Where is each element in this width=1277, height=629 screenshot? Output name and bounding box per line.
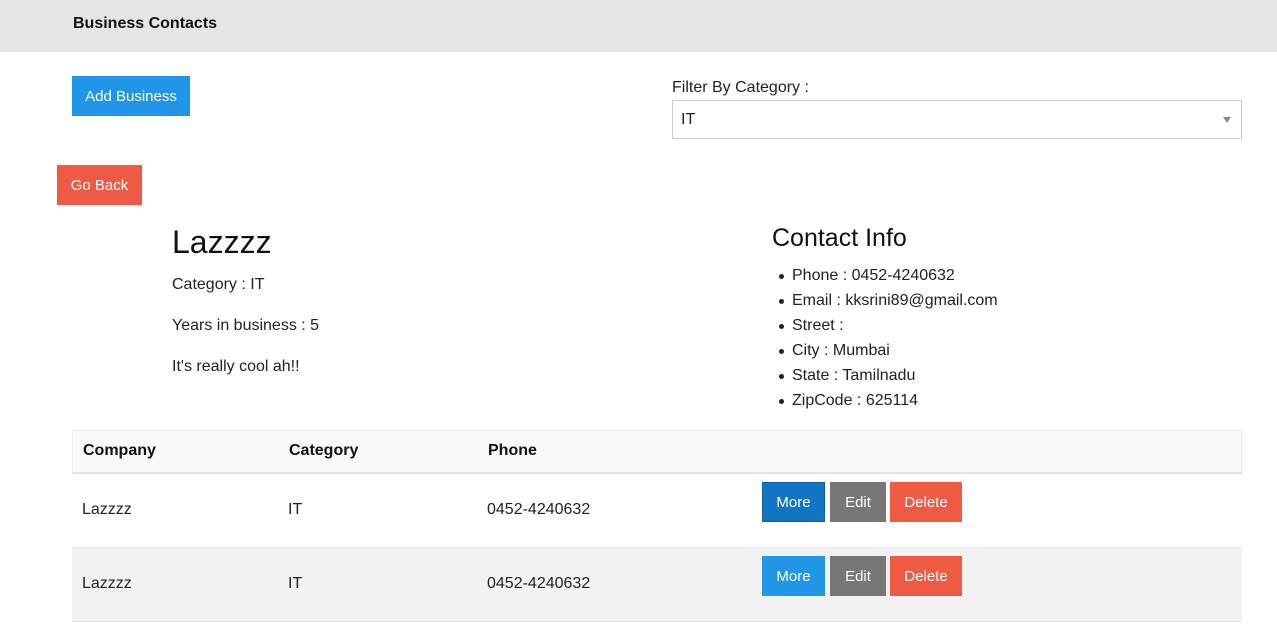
contact-phone: Phone : 0452-4240632 — [779, 266, 998, 291]
delete-button[interactable]: Delete — [890, 482, 962, 522]
add-business-button[interactable]: Add Business — [72, 76, 190, 116]
contact-state: State : Tamilnadu — [779, 366, 998, 391]
table-row: Lazzzz IT 0452-4240632 More Edit Delete — [72, 474, 1242, 548]
business-table: Company Category Phone Lazzzz IT 0452-42… — [72, 430, 1242, 622]
delete-button[interactable]: Delete — [890, 556, 962, 596]
column-header-phone: Phone — [488, 442, 537, 459]
more-button[interactable]: More — [762, 482, 825, 522]
cell-company: Lazzzz — [82, 501, 132, 518]
edit-button[interactable]: Edit — [830, 556, 886, 596]
table-header: Company Category Phone — [72, 430, 1242, 474]
cell-phone: 0452-4240632 — [487, 501, 591, 518]
contact-street: Street : — [779, 316, 998, 341]
chevron-down-icon — [1223, 117, 1231, 123]
table-row: Lazzzz IT 0452-4240632 More Edit Delete — [72, 548, 1242, 622]
cell-category: IT — [288, 501, 303, 518]
cell-company: Lazzzz — [82, 575, 132, 592]
brand-title[interactable]: Business Contacts — [73, 15, 217, 33]
contact-zipcode: ZipCode : 625114 — [779, 391, 998, 416]
filter-selected-value: IT — [681, 111, 696, 128]
business-category: Category : IT — [172, 276, 265, 293]
category-filter-select[interactable]: IT — [672, 100, 1242, 139]
contact-info-title: Contact Info — [772, 224, 907, 252]
business-description: It's really cool ah!! — [172, 358, 300, 375]
business-name: Lazzzz — [172, 224, 272, 260]
column-header-category: Category — [289, 442, 359, 459]
filter-label: Filter By Category : — [672, 79, 809, 96]
contact-info-list: Phone : 0452-4240632 Email : kksrini89@g… — [779, 266, 998, 416]
cell-phone: 0452-4240632 — [487, 575, 591, 592]
more-button[interactable]: More — [762, 556, 825, 596]
edit-button[interactable]: Edit — [830, 482, 886, 522]
go-back-button[interactable]: Go Back — [57, 165, 142, 205]
top-navbar: Business Contacts — [0, 0, 1277, 52]
contact-email: Email : kksrini89@gmail.com — [779, 291, 998, 316]
contact-city: City : Mumbai — [779, 341, 998, 366]
cell-category: IT — [288, 575, 303, 592]
column-header-company: Company — [83, 442, 156, 459]
business-years: Years in business : 5 — [172, 317, 320, 334]
